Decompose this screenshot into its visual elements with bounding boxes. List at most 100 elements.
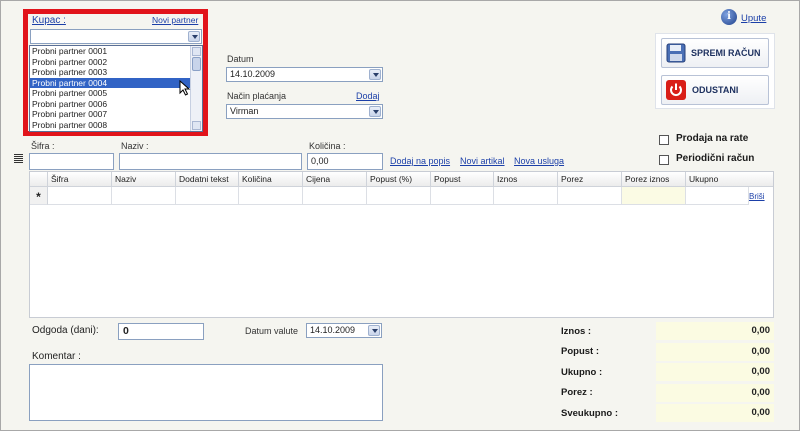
- save-invoice-label: SPREMI RAČUN: [691, 48, 761, 58]
- quantity-label: Količina :: [309, 141, 346, 151]
- grid-column-header[interactable]: Naziv: [112, 172, 176, 187]
- customer-label-link[interactable]: Kupac :: [32, 15, 66, 26]
- total-value: 0,00: [656, 322, 774, 341]
- total-row: Sveukupno : 0,00: [561, 403, 774, 424]
- grid-new-row-cell[interactable]: [494, 187, 558, 205]
- customer-options: Probni partner 0001 Probni partner 0002 Pr…: [30, 46, 191, 130]
- customer-option[interactable]: Probni partner 0001: [30, 46, 191, 57]
- grid-column-header[interactable]: Cijena: [303, 172, 367, 187]
- new-partner-link[interactable]: Novi partner: [152, 15, 198, 25]
- total-row: Porez : 0,00: [561, 383, 774, 404]
- customer-option[interactable]: Probni partner 0004: [30, 77, 191, 88]
- grid-column-header[interactable]: Iznos: [494, 172, 558, 187]
- power-icon: [666, 80, 686, 100]
- installments-checkbox[interactable]: [659, 135, 669, 145]
- delete-row-link[interactable]: Briši: [749, 192, 765, 201]
- customer-option[interactable]: Probni partner 0007: [30, 109, 191, 120]
- calendar-dropdown-icon[interactable]: [369, 69, 381, 80]
- code-input[interactable]: [29, 153, 114, 170]
- periodic-label: Periodični račun: [676, 153, 755, 164]
- customer-option[interactable]: Probni partner 0003: [30, 67, 191, 78]
- customer-dropdown-list[interactable]: Probni partner 0001 Probni partner 0002 Pr…: [29, 45, 203, 132]
- date-value: 14.10.2009: [230, 69, 276, 79]
- grid-new-row-cell[interactable]: [112, 187, 176, 205]
- items-grid[interactable]: * Šifra Naziv Dodatni tekst Količina Cijena P…: [29, 171, 774, 318]
- date-label: Datum: [227, 54, 254, 64]
- grid-new-row-cell[interactable]: [303, 187, 367, 205]
- name-input[interactable]: [119, 153, 302, 170]
- chevron-down-icon[interactable]: [188, 31, 200, 42]
- payment-method-select[interactable]: Virman: [226, 104, 383, 119]
- grid-column-header[interactable]: Popust (%): [367, 172, 431, 187]
- grid-column-header[interactable]: Ukupno: [686, 172, 749, 187]
- quantity-input[interactable]: 0,00: [307, 153, 383, 170]
- mouse-cursor-icon: [179, 80, 191, 96]
- delay-input[interactable]: 0: [118, 323, 204, 340]
- chevron-down-icon[interactable]: [369, 106, 381, 117]
- grid-column-header[interactable]: Porez: [558, 172, 622, 187]
- invoice-window: Kupac : Novi partner Probni partner 0001…: [0, 0, 800, 431]
- customer-option[interactable]: Probni partner 0005: [30, 88, 191, 99]
- scroll-up-icon[interactable]: [192, 47, 201, 56]
- name-label: Naziv :: [121, 141, 149, 151]
- grid-new-row-cell[interactable]: [558, 187, 622, 205]
- comment-textarea[interactable]: [29, 364, 383, 421]
- installments-label: Prodaja na rate: [676, 133, 749, 144]
- customer-option[interactable]: Probni partner 0008: [30, 120, 191, 131]
- value-date-label: Datum valute: [245, 326, 299, 336]
- grid-column-header[interactable]: Dodatni tekst: [176, 172, 239, 187]
- list-icon: [14, 154, 23, 163]
- customer-option[interactable]: Probni partner 0006: [30, 99, 191, 110]
- payment-value: Virman: [230, 106, 259, 116]
- total-value: 0,00: [656, 342, 774, 361]
- total-label: Porez :: [561, 387, 593, 399]
- total-label: Ukupno :: [561, 366, 603, 378]
- periodic-checkbox[interactable]: [659, 155, 669, 165]
- comment-label: Komentar :: [32, 351, 81, 362]
- grid-column-header[interactable]: Šifra: [48, 172, 112, 187]
- grid-column-header[interactable]: Popust: [431, 172, 494, 187]
- grid-column-header[interactable]: Porez iznos: [622, 172, 686, 187]
- date-picker[interactable]: 14.10.2009: [226, 67, 383, 82]
- value-date-picker[interactable]: 14.10.2009: [306, 323, 382, 338]
- total-row: Ukupno : 0,00: [561, 362, 774, 383]
- grid-new-row-cell[interactable]: [176, 187, 239, 205]
- save-invoice-button[interactable]: SPREMI RAČUN: [661, 38, 769, 68]
- grid-new-row-cell[interactable]: [48, 187, 112, 205]
- help-link[interactable]: Upute: [741, 13, 766, 24]
- delay-value: 0: [123, 325, 129, 337]
- grid-header-filler: [745, 172, 773, 187]
- quantity-value: 0,00: [311, 156, 329, 166]
- floppy-disk-icon: [666, 43, 686, 63]
- new-item-link[interactable]: Novi artikal: [460, 156, 505, 166]
- info-icon[interactable]: i: [721, 9, 737, 25]
- code-label: Šifra :: [31, 141, 55, 151]
- cancel-button[interactable]: ODUSTANI: [661, 75, 769, 105]
- total-value: 0,00: [656, 363, 774, 382]
- total-value: 0,00: [656, 383, 774, 402]
- total-label: Popust :: [561, 346, 599, 358]
- grid-corner: [30, 172, 48, 187]
- total-label: Sveukupno :: [561, 407, 619, 419]
- grid-new-row-cell[interactable]: [239, 187, 303, 205]
- scroll-down-icon[interactable]: [192, 121, 201, 130]
- totals-panel: Iznos :0,00 Popust :0,00 Ukupno :0,00 Porez…: [561, 321, 774, 424]
- value-date-value: 14.10.2009: [310, 325, 356, 335]
- grid-column-header[interactable]: Količina: [239, 172, 303, 187]
- grid-new-row-cell[interactable]: [686, 187, 749, 205]
- total-label: Iznos :: [561, 325, 592, 337]
- new-service-link[interactable]: Nova usluga: [514, 156, 564, 166]
- total-row: Iznos : 0,00: [561, 321, 774, 342]
- add-payment-link[interactable]: Dodaj: [356, 91, 380, 101]
- calendar-dropdown-icon[interactable]: [368, 325, 380, 336]
- customer-option[interactable]: Probni partner 0002: [30, 57, 191, 68]
- grid-new-row-cell[interactable]: [367, 187, 431, 205]
- customer-combo[interactable]: [30, 29, 202, 44]
- new-row-marker: *: [30, 187, 48, 205]
- grid-new-row-cell[interactable]: [622, 187, 686, 205]
- grid-new-row-cell[interactable]: [431, 187, 494, 205]
- delay-label: Odgoda (dani):: [32, 325, 99, 336]
- add-to-list-link[interactable]: Dodaj na popis: [390, 156, 450, 166]
- scroll-thumb[interactable]: [192, 57, 201, 71]
- list-scrollbar[interactable]: [190, 46, 202, 131]
